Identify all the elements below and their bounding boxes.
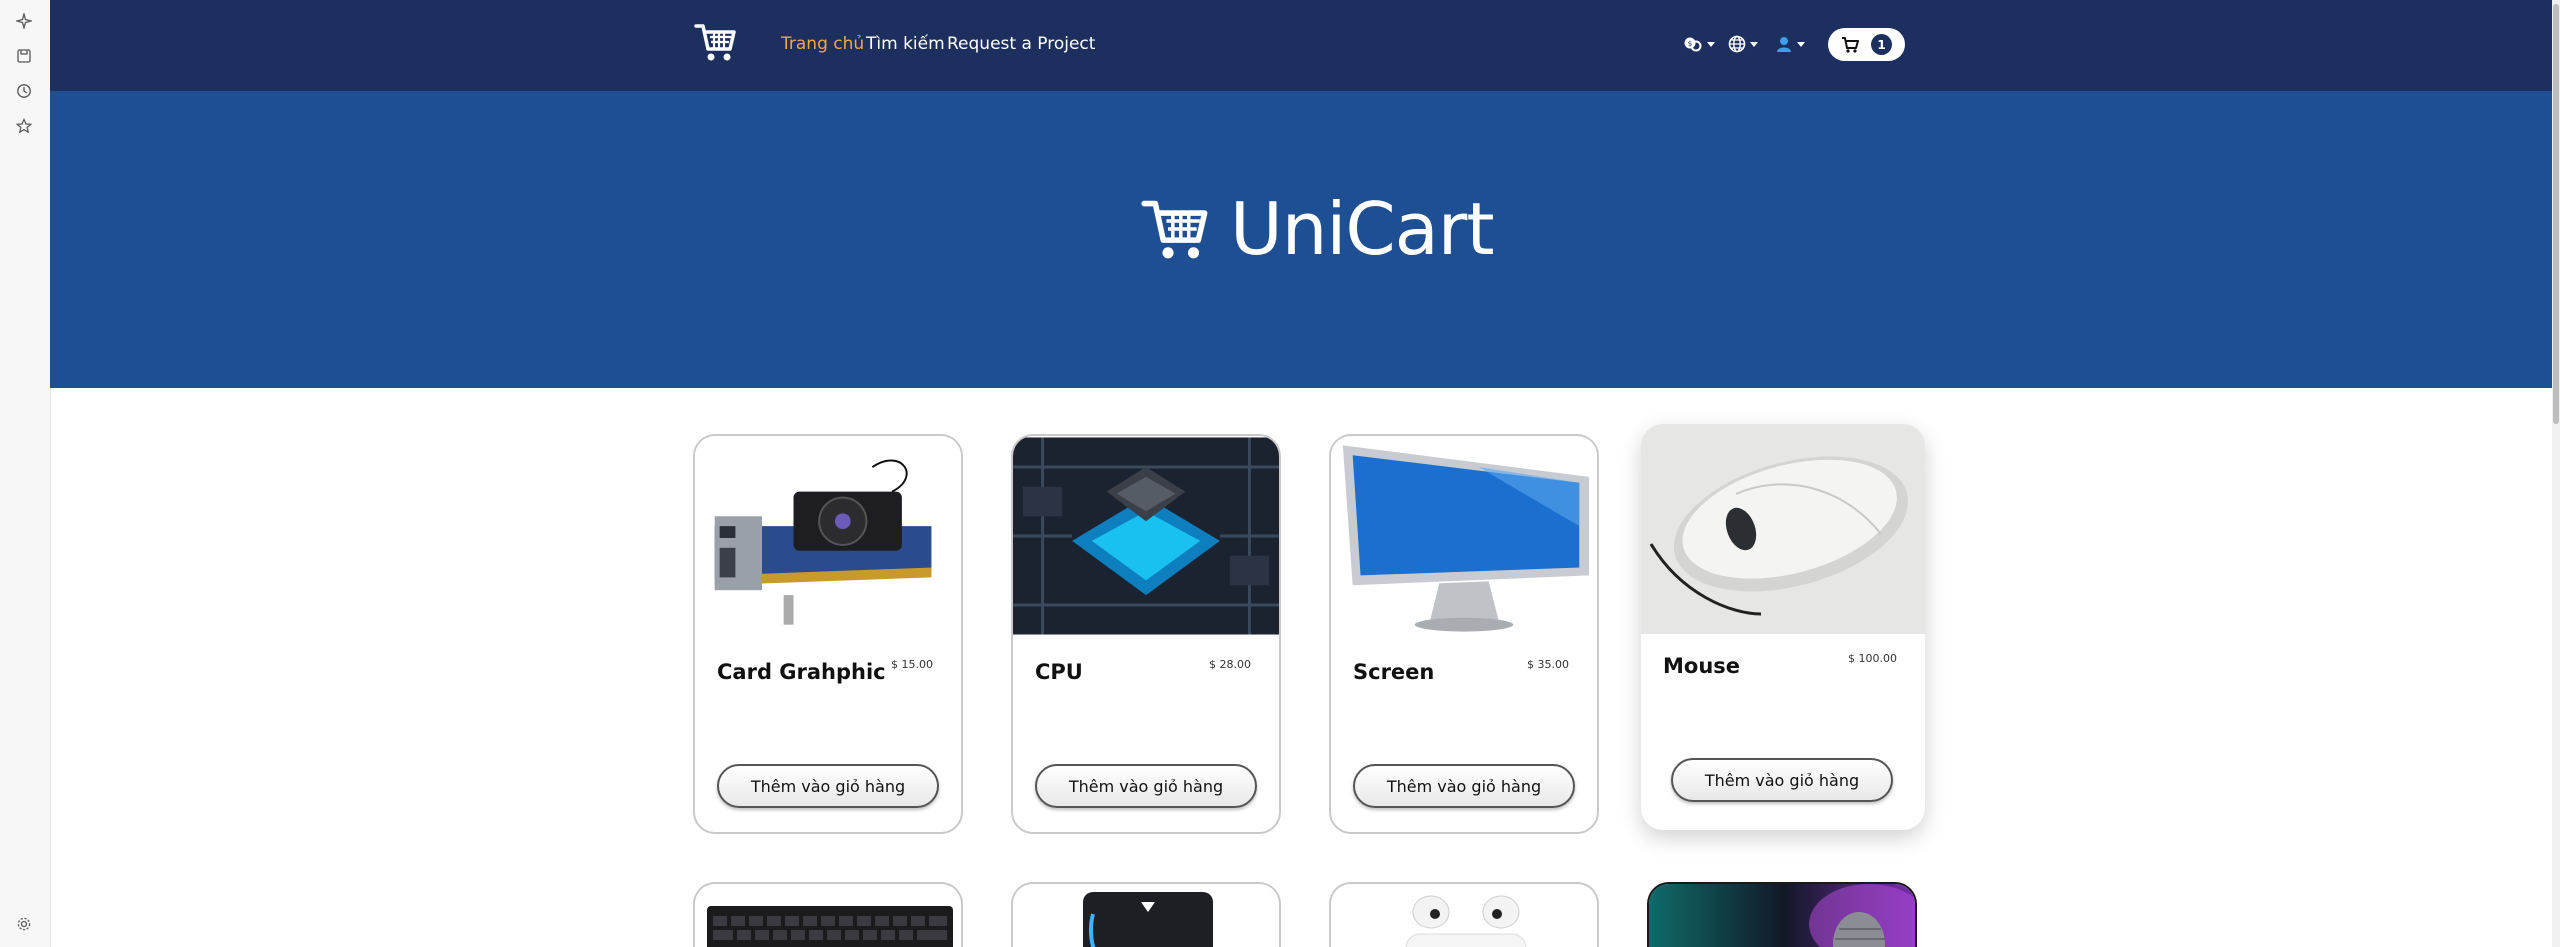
product-price: $ 35.00 (1527, 658, 1569, 671)
nav-link-home[interactable]: Trang chủ (781, 34, 864, 54)
cpu-chip-image (1013, 437, 1279, 635)
product-name: Mouse (1663, 654, 1741, 678)
browser-side-rail (0, 0, 51, 947)
hero-banner: UniCart (50, 91, 2560, 388)
currency-dropdown[interactable]: $ (1683, 31, 1715, 57)
add-to-cart-button[interactable]: Thêm vào giỏ hàng (1671, 758, 1893, 802)
product-card[interactable]: Card Grahphic $ 15.00 Thêm vào giỏ hàng (693, 434, 963, 834)
hero-title: UniCart (1230, 187, 1495, 271)
user-icon (1777, 37, 1791, 52)
sparkle-icon[interactable] (13, 10, 35, 32)
microphone-image (1649, 884, 1915, 947)
product-card[interactable] (1329, 882, 1599, 947)
product-name: Card Grahphic (717, 660, 886, 684)
product-card[interactable]: CPU $ 28.00 Thêm vào giỏ hàng (1011, 434, 1281, 834)
chevron-down-icon (1750, 41, 1758, 47)
product-name: Screen (1353, 660, 1435, 684)
cart-logo-icon (1141, 200, 1208, 259)
user-dropdown[interactable] (1775, 31, 1805, 57)
globe-icon (1728, 35, 1746, 53)
svg-text:$: $ (1688, 40, 1692, 48)
add-to-cart-button[interactable]: Thêm vào giỏ hàng (1353, 764, 1575, 808)
gear-icon[interactable] (13, 913, 35, 935)
chevron-down-icon (1707, 41, 1715, 47)
scrollbar-thumb[interactable] (2553, 4, 2559, 424)
product-price: $ 15.00 (891, 658, 933, 671)
web-page: Trang chủ Tìm kiếm Request a Project $ 1 (50, 0, 2560, 947)
currency-icon: $ (1684, 37, 1702, 52)
chevron-down-icon (1797, 41, 1805, 47)
graphics-card-image (695, 437, 961, 635)
language-dropdown[interactable] (1728, 31, 1758, 57)
save-page-icon[interactable] (13, 45, 35, 67)
top-navbar: Trang chủ Tìm kiếm Request a Project $ 1 (50, 0, 2560, 91)
cart-button[interactable]: 1 (1828, 28, 1905, 61)
nav-link-search[interactable]: Tìm kiếm (866, 34, 945, 54)
product-card[interactable]: Mouse $ 100.00 Thêm vào giỏ hàng (1641, 424, 1925, 830)
cart-icon (1842, 36, 1859, 53)
nav-link-request-project[interactable]: Request a Project (947, 34, 1095, 54)
product-price: $ 100.00 (1848, 652, 1897, 665)
add-to-cart-button[interactable]: Thêm vào giỏ hàng (1035, 764, 1257, 808)
monitor-image (1331, 437, 1597, 635)
product-card[interactable] (693, 882, 963, 947)
product-name: CPU (1035, 660, 1083, 684)
history-icon[interactable] (13, 80, 35, 102)
cart-logo-icon[interactable] (694, 20, 738, 64)
product-price: $ 28.00 (1209, 658, 1251, 671)
product-card[interactable] (1647, 882, 1917, 947)
cart-count-badge: 1 (1871, 34, 1892, 55)
add-to-cart-button[interactable]: Thêm vào giỏ hàng (717, 764, 939, 808)
product-card[interactable]: Screen $ 35.00 Thêm vào giỏ hàng (1329, 434, 1599, 834)
speaker-image (1013, 884, 1279, 947)
earbuds-image (1331, 884, 1597, 947)
vertical-scrollbar[interactable] (2552, 0, 2560, 947)
mouse-image (1641, 424, 1925, 634)
star-icon[interactable] (13, 115, 35, 137)
keyboard-image (695, 884, 961, 947)
product-card[interactable] (1011, 882, 1281, 947)
